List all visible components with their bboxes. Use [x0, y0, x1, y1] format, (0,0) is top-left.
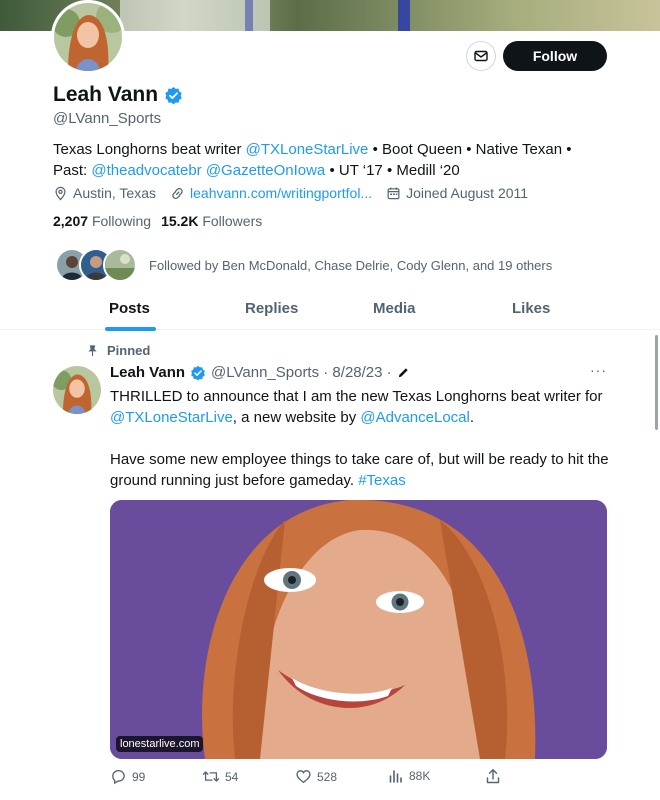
- bio-text: • Boot Queen • Native Texan •: [368, 141, 572, 158]
- profile-photo: [54, 3, 122, 71]
- tab-likes[interactable]: Likes: [512, 300, 550, 317]
- bio-mention-link[interactable]: @GazetteOnIowa: [206, 162, 325, 179]
- location-pin-icon: [55, 186, 66, 200]
- post-author-name[interactable]: Leah Vann: [110, 364, 185, 381]
- followers-label: Followers: [202, 213, 263, 229]
- location: Austin, Texas: [53, 185, 156, 201]
- post-text-part: , a new website by: [232, 409, 361, 426]
- verified-badge-icon[interactable]: [164, 86, 183, 105]
- share-action[interactable]: [485, 768, 501, 785]
- post-text-part: THRILLED to announce that I am the new T…: [110, 388, 603, 405]
- bio-mention-link[interactable]: @TXLoneStarLive: [246, 141, 369, 158]
- views-chart-icon: [389, 770, 402, 783]
- link-icon: [172, 187, 183, 199]
- profile-bio: Texas Longhorns beat writer @TXLoneStarL…: [53, 139, 613, 181]
- media-photo: [110, 500, 607, 759]
- more-options-icon[interactable]: ···: [590, 362, 607, 378]
- follow-counts: 2,207 Following 15.2K Followers: [53, 213, 262, 229]
- pinned-label: Pinned: [86, 343, 150, 358]
- bio-text: Past:: [53, 162, 92, 179]
- post-media-image[interactable]: [110, 500, 607, 759]
- bio-text: Texas Longhorns beat writer: [53, 141, 246, 158]
- profile-name: Leah Vann: [53, 83, 159, 106]
- following-label: Following: [91, 213, 152, 229]
- calendar-icon: [387, 187, 400, 199]
- reply-action[interactable]: 99: [110, 768, 145, 785]
- followers-count[interactable]: 15.2K Followers: [161, 213, 262, 229]
- joined-date: Joined August 2011: [386, 185, 528, 201]
- post-mention-link[interactable]: @AdvanceLocal: [360, 409, 469, 426]
- profile-name-row: Leah Vann: [53, 83, 183, 107]
- post-text-part: .: [469, 409, 475, 426]
- post-avatar[interactable]: [53, 366, 101, 414]
- repost-action[interactable]: 54: [202, 768, 238, 785]
- follower-avatar: [103, 248, 137, 282]
- location-text: Austin, Texas: [73, 185, 157, 201]
- bio-mention-link[interactable]: @theadvocatebr: [91, 162, 201, 179]
- pin-icon: [88, 345, 97, 357]
- share-icon: [486, 769, 500, 784]
- bio-text: • UT ‘17 • Medill ‘20: [325, 162, 460, 179]
- repost-count: 54: [225, 769, 239, 784]
- following-count[interactable]: 2,207 Following: [53, 213, 151, 229]
- profile-handle: @LVann_Sports: [53, 110, 162, 127]
- banner-stripe: [245, 0, 253, 31]
- verified-badge-icon[interactable]: [190, 365, 206, 381]
- joined-text: Joined August 2011: [406, 185, 529, 201]
- envelope-icon: [474, 50, 488, 62]
- followed-by-text: Followed by Ben McDonald, Chase Delrie, …: [149, 257, 553, 273]
- post-handle-date[interactable]: @LVann_Sports · 8/28/23 ·: [211, 364, 392, 381]
- message-button[interactable]: [466, 41, 496, 71]
- post-hashtag-link[interactable]: #Texas: [358, 472, 406, 489]
- like-action[interactable]: 528: [295, 768, 337, 785]
- post-avatar-photo: [53, 366, 101, 414]
- banner-stripe: [398, 0, 410, 31]
- profile-tabs: Posts Replies Media Likes: [0, 290, 660, 331]
- reply-icon: [112, 769, 125, 785]
- edited-pencil-icon[interactable]: [397, 366, 410, 379]
- views-action[interactable]: 88K: [388, 768, 430, 784]
- tab-media[interactable]: Media: [373, 300, 416, 317]
- tab-posts[interactable]: Posts: [109, 300, 150, 317]
- profile-meta: Austin, Texas leahvann.com/writingportfo…: [53, 185, 528, 201]
- active-tab-indicator: [105, 327, 156, 331]
- website[interactable]: leahvann.com/writingportfol...: [170, 185, 372, 201]
- media-source-badge: lonestarlive.com: [116, 736, 204, 752]
- profile-avatar[interactable]: [51, 0, 125, 74]
- following-number: 2,207: [53, 213, 89, 229]
- followed-by[interactable]: Followed by Ben McDonald, Chase Delrie, …: [55, 248, 552, 282]
- post-text: THRILLED to announce that I am the new T…: [110, 386, 610, 491]
- pinned-text: Pinned: [107, 343, 151, 358]
- post-mention-link[interactable]: @TXLoneStarLive: [110, 409, 233, 426]
- reply-count: 99: [132, 769, 146, 784]
- views-count: 88K: [409, 769, 431, 783]
- tab-replies[interactable]: Replies: [245, 300, 298, 317]
- followers-number: 15.2K: [161, 213, 199, 229]
- post-actions: 99 54 528 88K: [110, 768, 510, 788]
- website-link[interactable]: leahvann.com/writingportfol...: [190, 185, 372, 201]
- scrollbar-thumb[interactable]: [655, 335, 658, 430]
- heart-icon: [296, 770, 311, 784]
- repost-icon: [202, 771, 220, 782]
- post-header: Leah Vann @LVann_Sports · 8/28/23 ·: [110, 364, 410, 381]
- like-count: 528: [317, 769, 338, 784]
- follow-button[interactable]: Follow: [503, 41, 607, 71]
